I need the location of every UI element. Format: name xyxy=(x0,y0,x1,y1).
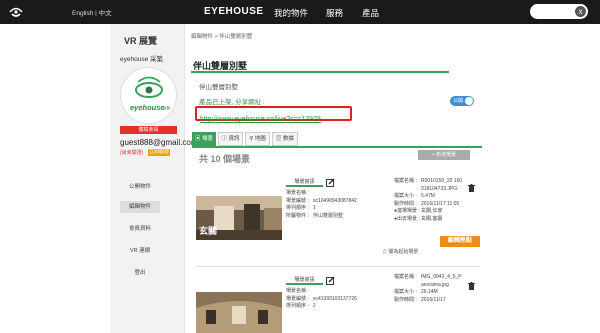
scene-info-tab[interactable]: 場景資訊 xyxy=(286,276,323,285)
avatar: eyehouse VR xyxy=(120,67,177,124)
verify-button[interactable]: 立即驗證 xyxy=(148,149,170,156)
scene-fields: 場景名稱 : 場景編號 : sc41393103137726 排列順序 :2 xyxy=(286,288,357,310)
scene-file-fields: 檔案名稱 : R0010159_20 160318104733.JPG 檔案大小 … xyxy=(394,178,463,222)
set-start-scene[interactable]: ☆ 優為起始場景 xyxy=(382,248,418,255)
page-title: 伴山雙層別墅 xyxy=(193,61,248,71)
user-email: guest888@gmail.com xyxy=(120,138,198,147)
published-text: 產品已上架, 分享網址 : xyxy=(199,99,265,106)
tab-underline xyxy=(192,146,482,148)
eyehouse-vr-logo-icon: eyehouse VR xyxy=(130,76,170,112)
toggle-knob xyxy=(465,97,473,105)
tab-data[interactable]: ▥ 數據 xyxy=(272,132,298,146)
edit-icon[interactable] xyxy=(326,276,335,285)
sidebar-item-logout[interactable]: 登出 xyxy=(120,267,160,279)
scene-card: 場景資訊 場景名稱 : 場景編號 : sc41393103137726 排列順序 … xyxy=(196,270,480,333)
logo-text: eyehouse xyxy=(130,103,165,112)
nav-services[interactable]: 服務 xyxy=(326,7,343,19)
sidebar-item-profile[interactable]: 會員資料 xyxy=(120,223,160,235)
scene-thumbnail[interactable] xyxy=(196,292,282,333)
logo-vr: VR xyxy=(163,106,170,112)
trash-icon[interactable] xyxy=(468,184,475,192)
sidebar-item-public[interactable]: 公開物件 xyxy=(120,181,160,193)
toggle-label: 公開 xyxy=(453,98,464,104)
listing-subtitle: 伴山雙層別墅 xyxy=(199,84,238,91)
tab-info[interactable]: ⓘ 資訊 xyxy=(218,132,243,146)
clear-search-icon[interactable]: x xyxy=(575,6,586,17)
sidebar-item-edit[interactable]: 編輯物件 xyxy=(120,201,160,213)
eyehouse-logo-icon[interactable] xyxy=(8,4,24,20)
share-url-box: http://www.eyehouse.co/live?c=c17979 xyxy=(195,106,352,123)
sidebar: VR 展覽 eyehouse 采築 eyehouse VR 體驗會員 guest… xyxy=(110,24,198,333)
public-toggle[interactable]: 公開 xyxy=(450,96,474,106)
brand-title[interactable]: EYEHOUSE xyxy=(204,6,264,17)
unverified-label: (尚未驗證) xyxy=(120,150,144,156)
share-url-link[interactable]: http://www.eyehouse.co/live?c=c17979 xyxy=(200,116,321,123)
breadcrumb[interactable]: 編輯物件 > 伴山雙層別墅 xyxy=(191,32,252,40)
add-scene-button[interactable]: + 新增場景 xyxy=(418,150,470,160)
edit-icon[interactable] xyxy=(326,178,335,187)
sidebar-title: VR 展覽 xyxy=(124,36,158,46)
search-input[interactable]: x xyxy=(530,4,588,19)
scene-count: 共 10 個場景 xyxy=(199,154,251,164)
nav-products[interactable]: 產品 xyxy=(362,7,379,19)
username: eyehouse 采築 xyxy=(120,56,163,63)
scene-file-fields: 檔案名稱 : IMG_6043_4_5_Panorama.jpg 檔案大小 :26… xyxy=(394,274,462,303)
scene-info-tab[interactable]: 場景資訊 xyxy=(286,178,323,187)
top-navbar: English | 中文 EYEHOUSE 我的物件 服務 產品 x xyxy=(0,0,600,24)
page-title-bar: 伴山雙層別墅 xyxy=(191,58,449,73)
language-switch[interactable]: English | 中文 xyxy=(72,7,112,17)
sidebar-item-vr[interactable]: VR 連線 xyxy=(120,245,160,257)
member-badge: 體驗會員 xyxy=(120,126,177,134)
tab-scenes[interactable]: ▣ 場景 xyxy=(192,132,216,146)
nav-my-listings[interactable]: 我的物件 xyxy=(274,7,308,19)
divider xyxy=(196,266,480,267)
scene-thumbnail[interactable]: 玄關 xyxy=(196,196,282,240)
scene-fields: 場景名稱 : 場景編號 : sc10490943087842 排列順序 :1 所屬… xyxy=(286,190,357,219)
scene-card: 玄關 場景資訊 場景名稱 : 場景編號 : sc10490943087842 排列… xyxy=(196,172,480,270)
thumb-label: 玄關 xyxy=(199,226,218,236)
edit-hotspots-button[interactable]: 編輯熱點 xyxy=(440,236,480,247)
trash-icon[interactable] xyxy=(468,282,475,290)
tab-map[interactable]: ⚲ 地圖 xyxy=(245,132,270,146)
